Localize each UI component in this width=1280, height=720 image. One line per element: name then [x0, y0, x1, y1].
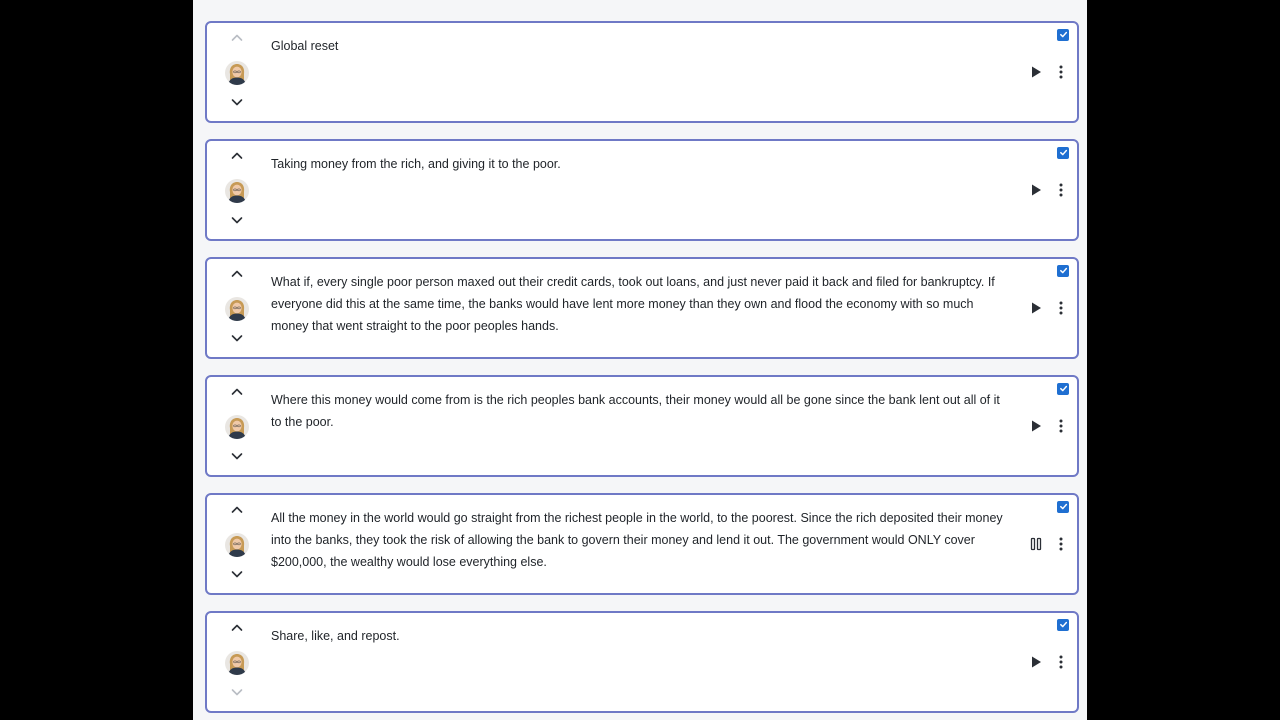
play-button[interactable] [1029, 301, 1043, 320]
move-up-button[interactable] [228, 503, 246, 521]
scene-text[interactable]: Share, like, and repost. [271, 625, 1011, 647]
scene-card[interactable]: All the money in the world would go stra… [205, 493, 1079, 595]
checkbox-checked-icon [1059, 616, 1068, 634]
chevron-down-icon [230, 567, 244, 586]
scene-card[interactable]: Share, like, and repost. [205, 611, 1079, 713]
avatar [225, 61, 249, 85]
chevron-down-icon [230, 95, 244, 114]
avatar [225, 179, 249, 203]
chevron-down-icon [230, 449, 244, 468]
scene-card[interactable]: Where this money would come from is the … [205, 375, 1079, 477]
reorder-controls [225, 141, 249, 239]
chevron-down-icon [230, 213, 244, 232]
checkbox-checked-icon [1059, 498, 1068, 516]
checkbox-checked-icon [1059, 262, 1068, 280]
chevron-up-icon [230, 267, 244, 286]
reorder-controls [225, 377, 249, 475]
scene-list-panel: Global reset Taking money from the rich,… [193, 0, 1087, 720]
pause-icon [1029, 537, 1043, 556]
scene-text[interactable]: Taking money from the rich, and giving i… [271, 153, 1011, 175]
more-options-button[interactable] [1055, 64, 1067, 85]
chevron-up-icon [230, 31, 244, 50]
scene-checkbox[interactable] [1057, 501, 1069, 513]
scene-text[interactable]: All the money in the world would go stra… [271, 507, 1011, 573]
reorder-controls [225, 23, 249, 121]
more-vertical-icon [1055, 418, 1067, 439]
move-up-button[interactable] [228, 267, 246, 285]
move-down-button[interactable] [228, 331, 246, 349]
move-down-button[interactable] [228, 567, 246, 585]
move-down-button[interactable] [228, 95, 246, 113]
play-button[interactable] [1029, 65, 1043, 84]
move-up-button[interactable] [228, 385, 246, 403]
play-icon [1029, 301, 1043, 320]
scene-checkbox[interactable] [1057, 147, 1069, 159]
play-button[interactable] [1029, 655, 1043, 674]
move-down-button[interactable] [228, 685, 246, 703]
more-options-button[interactable] [1055, 182, 1067, 203]
more-options-button[interactable] [1055, 536, 1067, 557]
avatar [225, 533, 249, 557]
reorder-controls [225, 613, 249, 711]
play-icon [1029, 419, 1043, 438]
play-button[interactable] [1029, 183, 1043, 202]
scene-card[interactable]: Global reset [205, 21, 1079, 123]
more-options-button[interactable] [1055, 654, 1067, 675]
more-vertical-icon [1055, 300, 1067, 321]
move-down-button[interactable] [228, 213, 246, 231]
pause-button[interactable] [1029, 537, 1043, 556]
move-up-button[interactable] [228, 149, 246, 167]
play-icon [1029, 655, 1043, 674]
scene-text[interactable]: Where this money would come from is the … [271, 389, 1011, 433]
scene-text[interactable]: Global reset [271, 35, 1011, 57]
reorder-controls [225, 259, 249, 357]
move-up-button[interactable] [228, 621, 246, 639]
scene-card[interactable]: Taking money from the rich, and giving i… [205, 139, 1079, 241]
scene-checkbox[interactable] [1057, 29, 1069, 41]
chevron-up-icon [230, 503, 244, 522]
move-down-button[interactable] [228, 449, 246, 467]
more-options-button[interactable] [1055, 418, 1067, 439]
avatar [225, 651, 249, 675]
checkbox-checked-icon [1059, 26, 1068, 44]
checkbox-checked-icon [1059, 144, 1068, 162]
chevron-down-icon [230, 331, 244, 350]
avatar [225, 297, 249, 321]
more-vertical-icon [1055, 654, 1067, 675]
scene-text[interactable]: What if, every single poor person maxed … [271, 271, 1011, 337]
play-icon [1029, 65, 1043, 84]
play-icon [1029, 183, 1043, 202]
reorder-controls [225, 495, 249, 593]
toolbar-edge [923, 0, 963, 2]
chevron-down-icon [230, 685, 244, 704]
more-vertical-icon [1055, 64, 1067, 85]
more-options-button[interactable] [1055, 300, 1067, 321]
scene-checkbox[interactable] [1057, 265, 1069, 277]
chevron-up-icon [230, 385, 244, 404]
chevron-up-icon [230, 621, 244, 640]
scene-card[interactable]: What if, every single poor person maxed … [205, 257, 1079, 359]
scene-checkbox[interactable] [1057, 619, 1069, 631]
play-button[interactable] [1029, 419, 1043, 438]
more-vertical-icon [1055, 536, 1067, 557]
checkbox-checked-icon [1059, 380, 1068, 398]
avatar [225, 415, 249, 439]
more-vertical-icon [1055, 182, 1067, 203]
scene-checkbox[interactable] [1057, 383, 1069, 395]
chevron-up-icon [230, 149, 244, 168]
move-up-button[interactable] [228, 31, 246, 49]
